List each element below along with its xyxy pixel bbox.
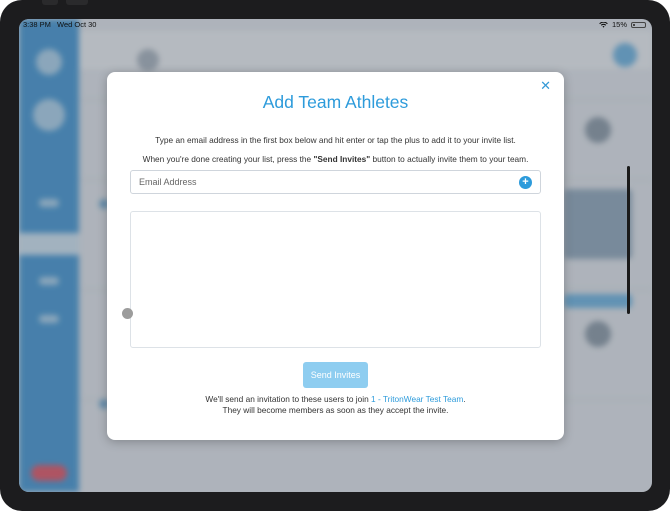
plus-circle-icon[interactable]: + bbox=[519, 176, 532, 189]
assistive-touch-button[interactable] bbox=[122, 308, 133, 319]
instruction-text-2: When you're done creating your list, pre… bbox=[142, 154, 529, 164]
instruction-text-1: Type an email address in the first box b… bbox=[155, 135, 516, 145]
status-date: Wed Oct 30 bbox=[57, 20, 97, 29]
wifi-icon bbox=[599, 21, 608, 28]
email-address-input[interactable] bbox=[139, 175, 509, 189]
status-time: 3:38 PM bbox=[23, 20, 51, 29]
add-team-athletes-modal: ✕ Add Team Athletes Type an email addres… bbox=[107, 72, 564, 440]
hardware-button bbox=[42, 0, 58, 5]
status-indicators: 15% bbox=[599, 20, 646, 29]
scroll-indicator bbox=[627, 166, 630, 314]
team-name-link[interactable]: 1 - TritonWear Test Team bbox=[371, 394, 463, 404]
battery-percent: 15% bbox=[611, 20, 627, 29]
invite-list[interactable] bbox=[130, 211, 541, 348]
screen: 3:38 PM Wed Oct 30 15% ✕ Add Team Athlet… bbox=[19, 19, 652, 492]
modal-title: Add Team Athletes bbox=[262, 92, 409, 112]
send-invites-button[interactable]: Send Invites bbox=[303, 362, 368, 388]
email-field-container: + bbox=[130, 170, 541, 194]
status-bar: 3:38 PM Wed Oct 30 15% bbox=[19, 19, 652, 31]
battery-icon bbox=[631, 21, 646, 28]
invite-footer-text-2: They will become members as soon as they… bbox=[222, 405, 449, 415]
hardware-button bbox=[66, 0, 88, 5]
ipad-frame: 3:38 PM Wed Oct 30 15% ✕ Add Team Athlet… bbox=[0, 0, 670, 511]
invite-footer-text: We'll send an invitation to these users … bbox=[205, 394, 466, 404]
